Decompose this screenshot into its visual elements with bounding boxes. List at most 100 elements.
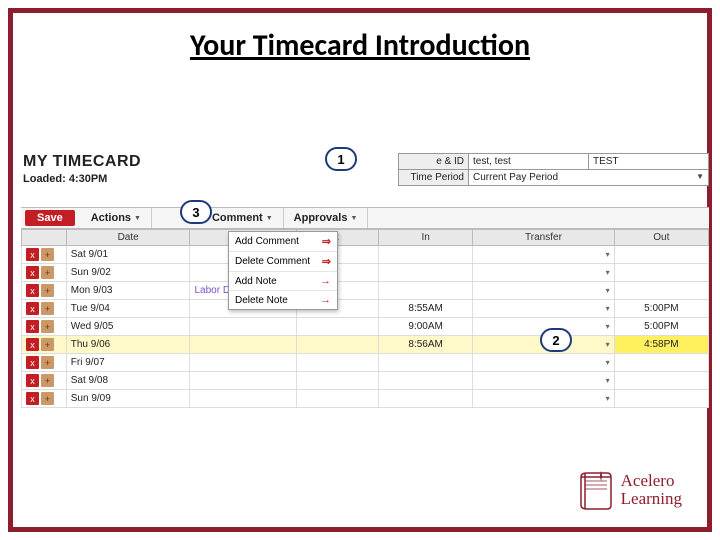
out-cell[interactable]: 5:00PM — [614, 300, 708, 318]
timecard-app: MY TIMECARD Loaded: 4:30PM e & ID test, … — [21, 153, 709, 403]
row-action-cell: x+ — [22, 354, 67, 372]
add-row-icon[interactable]: + — [41, 374, 54, 387]
add-row-icon[interactable]: + — [41, 266, 54, 279]
transfer-cell[interactable]: ▾ — [473, 282, 614, 300]
add-row-icon[interactable]: + — [41, 320, 54, 333]
date-cell[interactable]: Thu 9/06 — [66, 336, 190, 354]
chevron-down-icon: ▾ — [606, 376, 610, 385]
save-button[interactable]: Save — [25, 210, 75, 226]
in-cell[interactable]: 8:56AM — [379, 336, 473, 354]
arrow-right-icon: ⇒ — [322, 235, 331, 248]
add-row-icon[interactable]: + — [41, 284, 54, 297]
delete-note-item[interactable]: Delete Note→ — [229, 291, 337, 309]
book-icon — [577, 469, 613, 511]
table-row[interactable]: x+ Tue 9/04 8:55AM▾5:00PM — [22, 300, 709, 318]
logo-line1: Acelero — [621, 472, 682, 490]
extra-field[interactable]: TEST — [589, 154, 709, 170]
table-row[interactable]: x+ Sun 9/09 ▾ — [22, 390, 709, 408]
delete-comment-item[interactable]: Delete Comment⇒ — [229, 252, 337, 272]
transfer-cell[interactable]: ▾ — [473, 372, 614, 390]
approvals-label: Approvals — [294, 212, 348, 224]
row-action-cell: x+ — [22, 318, 67, 336]
date-cell[interactable]: Wed 9/05 — [66, 318, 190, 336]
row-action-cell: x+ — [22, 282, 67, 300]
time-period-select[interactable]: Current Pay Period ▼ — [469, 170, 709, 186]
transfer-cell[interactable]: ▾ — [473, 264, 614, 282]
table-row[interactable]: x+Sat 9/08▾ — [22, 372, 709, 390]
out-cell[interactable] — [614, 390, 708, 408]
transfer-cell[interactable]: ▾ — [473, 354, 614, 372]
add-row-icon[interactable]: + — [41, 248, 54, 261]
add-row-icon[interactable]: + — [41, 338, 54, 351]
out-cell[interactable] — [614, 372, 708, 390]
add-note-item[interactable]: Add Note→ — [229, 272, 337, 291]
delete-row-icon[interactable]: x — [26, 320, 39, 333]
in-cell[interactable]: 9:00AM — [379, 318, 473, 336]
row-action-cell: x+ — [22, 336, 67, 354]
table-row[interactable]: x+ Sun 9/02 ▾ — [22, 264, 709, 282]
row-action-cell: x+ — [22, 372, 67, 390]
delete-row-icon[interactable]: x — [26, 248, 39, 261]
out-cell[interactable] — [614, 264, 708, 282]
pay-cell[interactable] — [190, 354, 296, 372]
delete-row-icon[interactable]: x — [26, 338, 39, 351]
amount-cell[interactable] — [296, 354, 378, 372]
out-cell[interactable] — [614, 282, 708, 300]
table-row[interactable]: x+ Sat 9/01 ▾ — [22, 246, 709, 264]
in-cell[interactable] — [379, 264, 473, 282]
amount-cell[interactable] — [296, 336, 378, 354]
date-cell[interactable]: Fri 9/07 — [66, 354, 190, 372]
comment-menu-button[interactable]: Comment ▼ — [202, 208, 284, 228]
amount-cell[interactable] — [296, 372, 378, 390]
date-cell[interactable]: Tue 9/04 — [66, 300, 190, 318]
approvals-menu[interactable]: Approvals ▼ — [284, 208, 369, 228]
table-row[interactable]: x+Mon 9/03Labor Da▾ — [22, 282, 709, 300]
logo-line2: Learning — [621, 490, 682, 508]
add-comment-item[interactable]: Add Comment⇒ — [229, 232, 337, 252]
in-cell[interactable] — [379, 372, 473, 390]
chevron-down-icon: ▾ — [606, 322, 610, 331]
date-cell[interactable]: Sun 9/09 — [66, 390, 190, 408]
transfer-cell[interactable]: ▾ — [473, 390, 614, 408]
date-cell[interactable]: Sun 9/02 — [66, 264, 190, 282]
out-cell[interactable] — [614, 246, 708, 264]
amount-cell[interactable] — [296, 390, 378, 408]
delete-row-icon[interactable]: x — [26, 266, 39, 279]
name-id-value[interactable]: test, test — [469, 154, 589, 170]
delete-row-icon[interactable]: x — [26, 374, 39, 387]
in-cell[interactable]: 8:55AM — [379, 300, 473, 318]
in-cell[interactable] — [379, 354, 473, 372]
delete-row-icon[interactable]: x — [26, 356, 39, 369]
logo-text: Acelero Learning — [621, 472, 682, 508]
pay-cell[interactable] — [190, 336, 296, 354]
pay-cell[interactable] — [190, 318, 296, 336]
date-cell[interactable]: Sat 9/01 — [66, 246, 190, 264]
add-row-icon[interactable]: + — [41, 302, 54, 315]
add-row-icon[interactable]: + — [41, 392, 54, 405]
transfer-cell[interactable]: ▾ — [473, 300, 614, 318]
in-cell[interactable] — [379, 282, 473, 300]
delete-note-label: Delete Note — [235, 295, 288, 306]
delete-row-icon[interactable]: x — [26, 392, 39, 405]
transfer-cell[interactable]: ▾ — [473, 246, 614, 264]
out-cell[interactable]: 5:00PM — [614, 318, 708, 336]
out-cell[interactable]: 4:58PM — [614, 336, 708, 354]
add-row-icon[interactable]: + — [41, 356, 54, 369]
amount-cell[interactable] — [296, 318, 378, 336]
date-cell[interactable]: Sat 9/08 — [66, 372, 190, 390]
actions-menu[interactable]: Actions ▼ — [81, 208, 152, 228]
in-cell[interactable] — [379, 246, 473, 264]
in-cell[interactable] — [379, 390, 473, 408]
col-out: Out — [614, 230, 708, 246]
delete-row-icon[interactable]: x — [26, 284, 39, 297]
table-row[interactable]: x+Thu 9/068:56AM▾4:58PM — [22, 336, 709, 354]
date-cell[interactable]: Mon 9/03 — [66, 282, 190, 300]
chevron-down-icon: ▾ — [606, 358, 610, 367]
pay-cell[interactable] — [190, 372, 296, 390]
table-row[interactable]: x+Fri 9/07▾ — [22, 354, 709, 372]
table-row[interactable]: x+Wed 9/059:00AM▾5:00PM — [22, 318, 709, 336]
col-transfer: Transfer — [473, 230, 614, 246]
out-cell[interactable] — [614, 354, 708, 372]
pay-cell[interactable] — [190, 390, 296, 408]
delete-row-icon[interactable]: x — [26, 302, 39, 315]
